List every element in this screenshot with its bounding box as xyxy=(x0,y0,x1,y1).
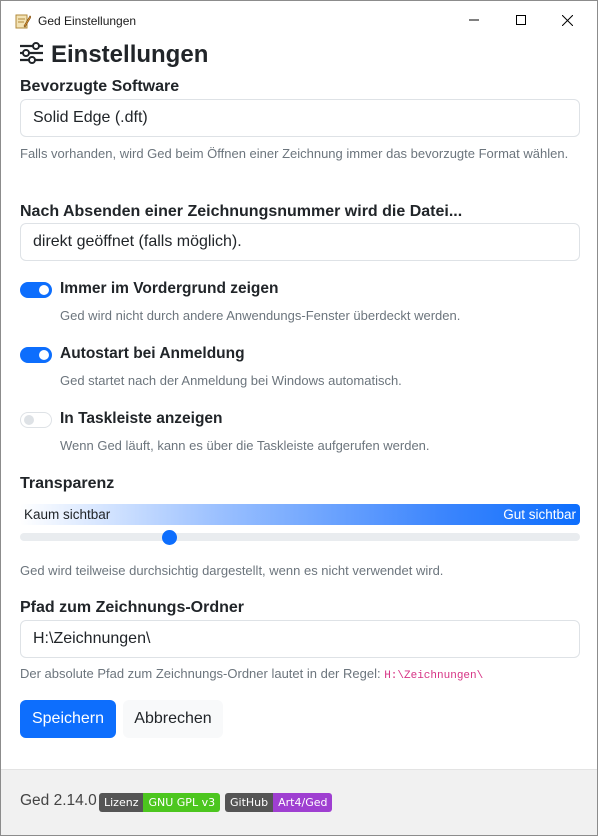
transparency-label: Transparenz xyxy=(20,475,115,492)
github-badge-value: Art4/Ged xyxy=(273,793,333,812)
toggle-knob xyxy=(24,415,34,425)
preferred-software-help: Falls vorhanden, wird Ged beim Öffnen ei… xyxy=(20,146,569,161)
autostart-label: Autostart bei Anmeldung xyxy=(60,345,245,362)
transparency-max-label: Gut sichtbar xyxy=(503,507,576,522)
license-badge[interactable]: Lizenz GNU GPL v3 xyxy=(99,793,221,812)
window-title: Ged Einstellungen xyxy=(38,14,137,28)
show-in-taskbar-toggle[interactable] xyxy=(20,412,52,428)
show-in-taskbar-label: In Taskleiste anzeigen xyxy=(60,410,223,427)
minimize-icon xyxy=(469,19,479,21)
cancel-button[interactable]: Abbrechen xyxy=(123,700,223,738)
close-button[interactable] xyxy=(544,1,590,39)
maximize-button[interactable] xyxy=(498,1,544,39)
minimize-button[interactable] xyxy=(451,1,497,39)
drawing-folder-value: H:\Zeichnungen\ xyxy=(33,630,151,647)
after-submit-value: direkt geöffnet (falls möglich). xyxy=(33,233,242,250)
transparency-slider-thumb[interactable] xyxy=(161,530,177,545)
license-badge-value: GNU GPL v3 xyxy=(143,793,221,812)
transparency-slider[interactable] xyxy=(20,533,580,541)
transparency-gradient: Kaum sichtbar Gut sichtbar xyxy=(20,504,580,525)
github-badge-label: GitHub xyxy=(225,793,274,812)
github-badge[interactable]: GitHub Art4/Ged xyxy=(225,793,333,812)
close-icon xyxy=(561,14,573,26)
preferred-software-value: Solid Edge (.dft) xyxy=(33,109,148,126)
always-on-top-label: Immer im Vordergrund zeigen xyxy=(60,280,279,297)
drawing-folder-help-code: H:\Zeichnungen\ xyxy=(384,670,484,682)
title-bar[interactable]: Ged Einstellungen xyxy=(1,1,597,39)
version-text: Ged 2.14.0 xyxy=(20,792,97,809)
transparency-help: Ged wird teilweise durchsichtig dargeste… xyxy=(20,563,444,578)
license-badge-label: Lizenz xyxy=(99,793,144,812)
transparency-min-label: Kaum sichtbar xyxy=(24,507,111,522)
toggle-knob xyxy=(39,350,49,360)
show-in-taskbar-help: Wenn Ged läuft, kann es über die Tasklei… xyxy=(60,438,430,453)
drawing-folder-label: Pfad zum Zeichnungs-Ordner xyxy=(20,599,245,616)
maximize-icon xyxy=(516,15,526,25)
page-title: Einstellungen xyxy=(19,39,208,71)
preferred-software-select[interactable]: Solid Edge (.dft) xyxy=(20,99,580,137)
after-submit-label: Nach Absenden einer Zeichnungsnummer wir… xyxy=(20,203,463,220)
drawing-folder-help-text: Der absolute Pfad zum Zeichnungs-Ordner … xyxy=(20,666,385,681)
drawing-folder-input[interactable]: H:\Zeichnungen\ xyxy=(20,620,580,658)
sliders-icon xyxy=(19,41,44,69)
preferred-software-label: Bevorzugte Software xyxy=(20,78,180,95)
pencil-icon xyxy=(15,13,32,29)
autostart-help: Ged startet nach der Anmeldung bei Windo… xyxy=(60,373,402,388)
footer: Ged 2.14.0 Lizenz GNU GPL v3 GitHub Art4… xyxy=(1,769,597,835)
settings-window: Ged Einstellungen Einstellungen Bevorzug… xyxy=(0,0,598,836)
always-on-top-toggle[interactable] xyxy=(20,282,52,298)
page-title-text: Einstellungen xyxy=(51,41,209,68)
after-submit-select[interactable]: direkt geöffnet (falls möglich). xyxy=(20,223,580,261)
drawing-folder-help: Der absolute Pfad zum Zeichnungs-Ordner … xyxy=(20,663,483,687)
autostart-toggle[interactable] xyxy=(20,347,52,363)
always-on-top-help: Ged wird nicht durch andere Anwendungs-F… xyxy=(60,308,461,323)
toggle-knob xyxy=(39,285,49,295)
save-button[interactable]: Speichern xyxy=(20,700,116,738)
